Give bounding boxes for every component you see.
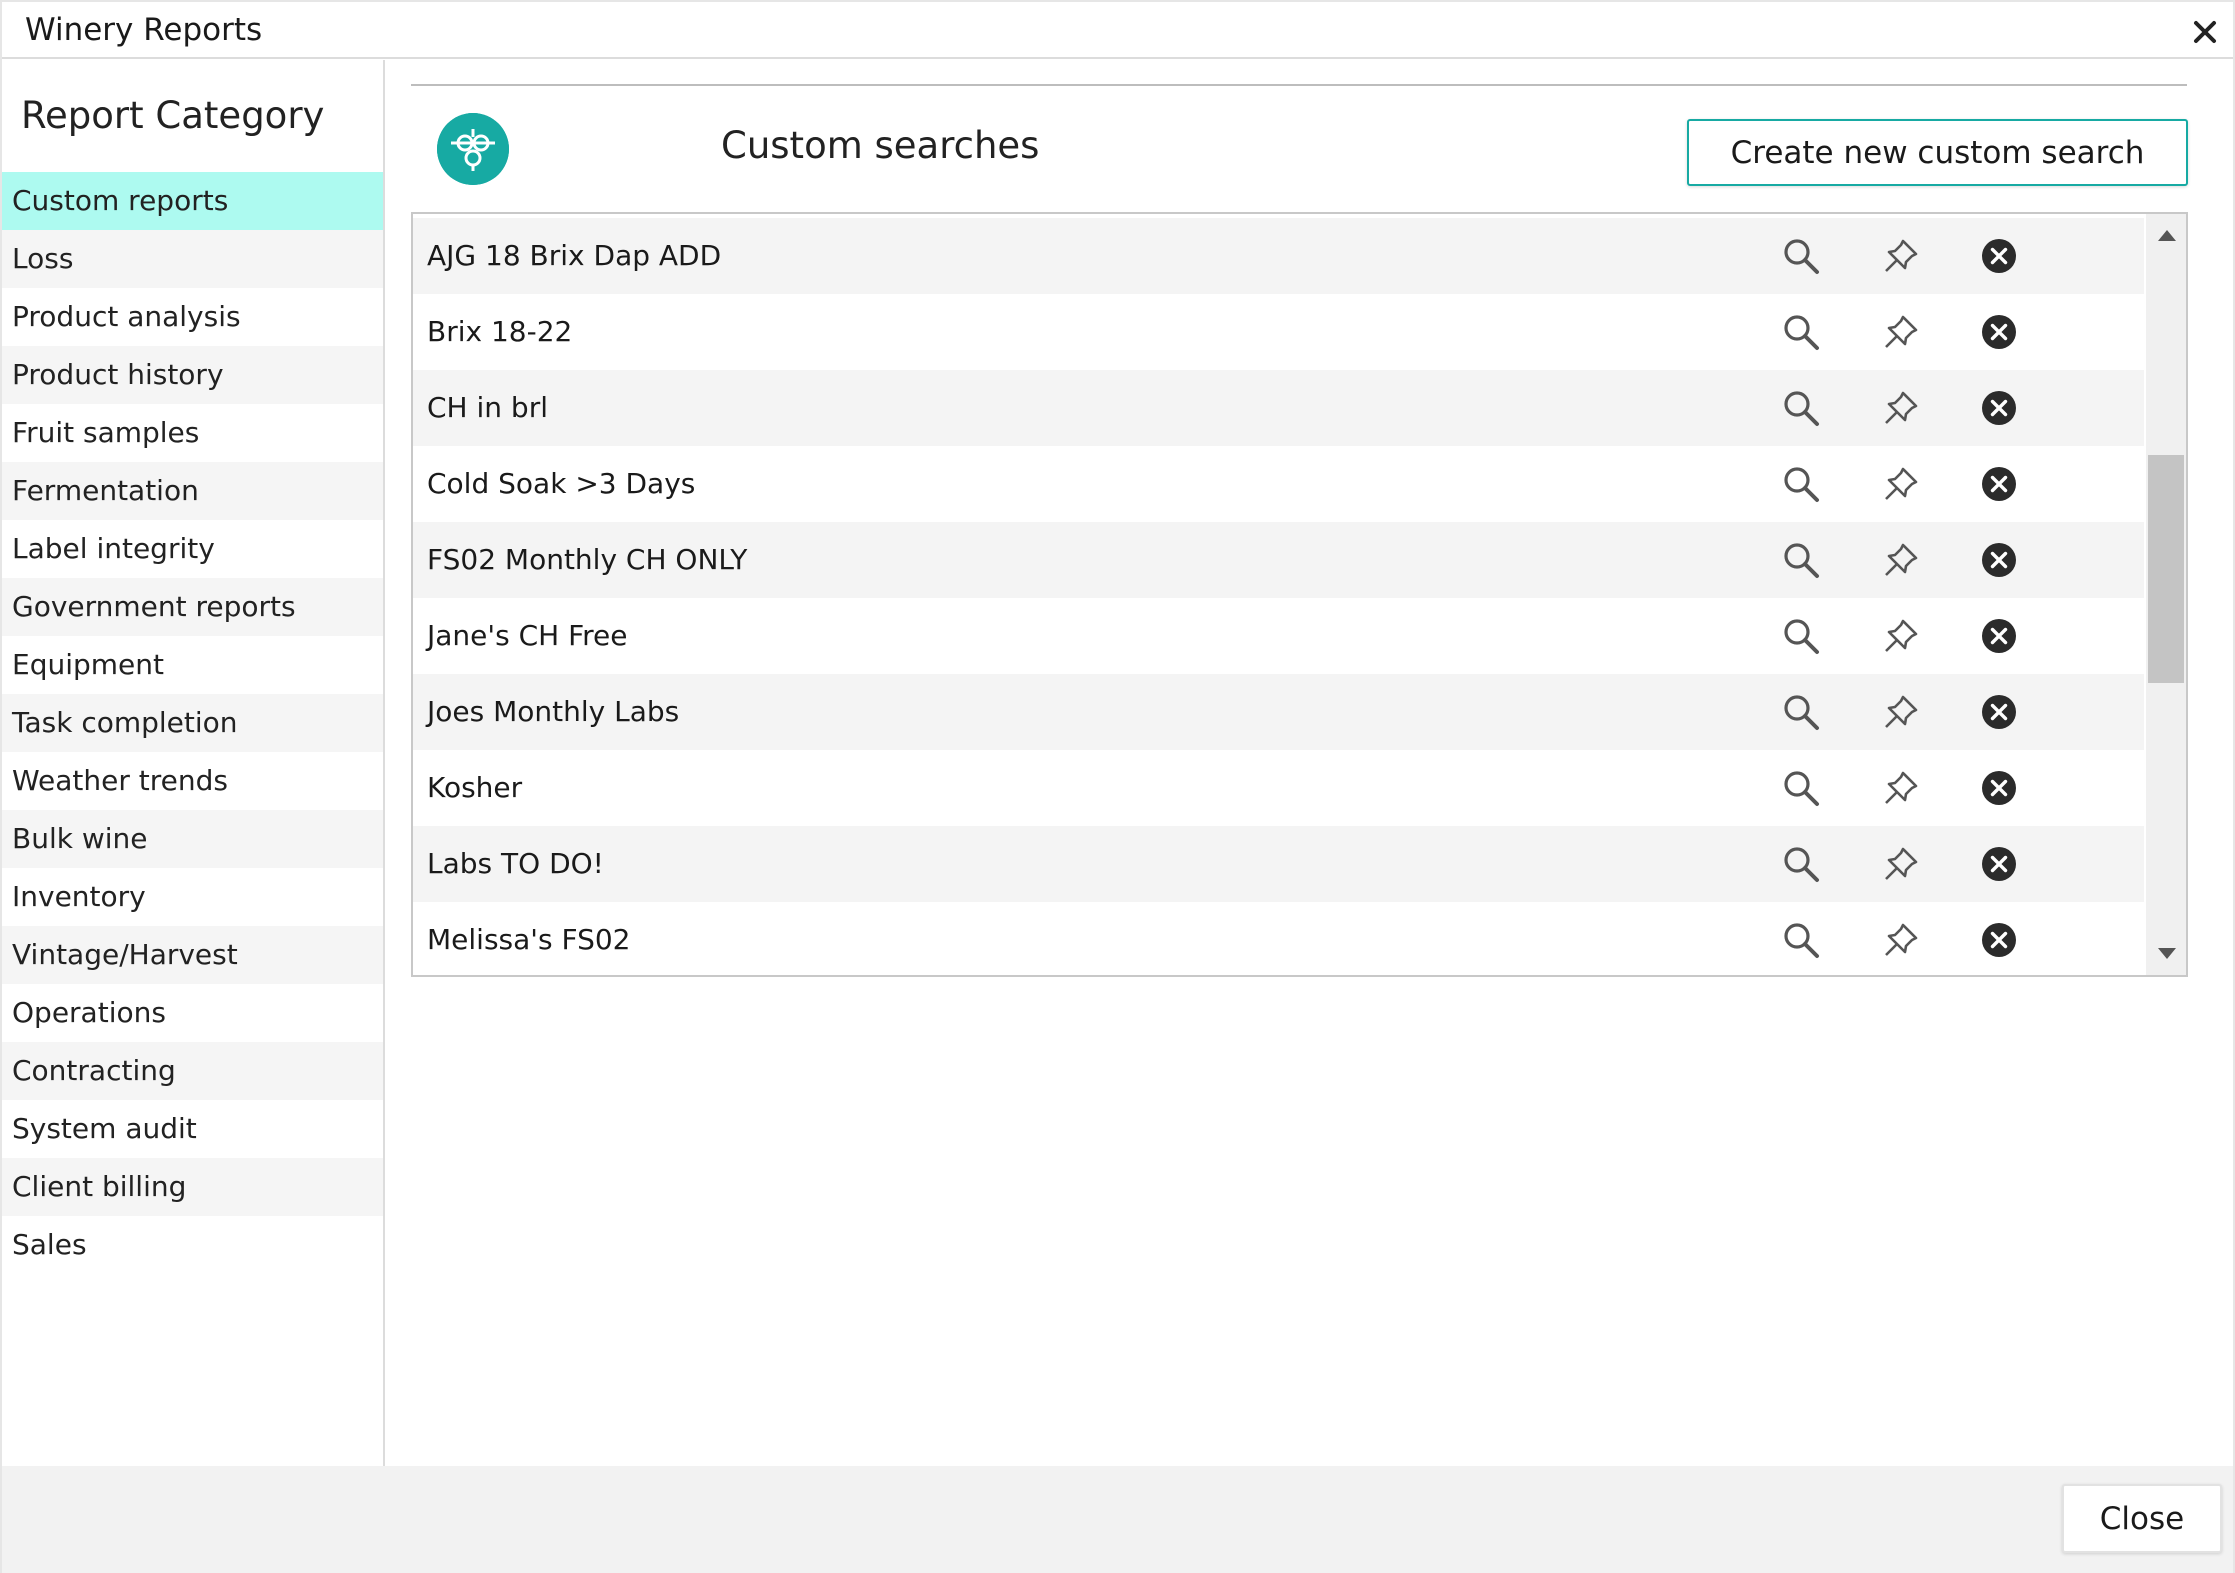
search-icon[interactable]: [1781, 236, 1821, 276]
search-icon[interactable]: [1781, 388, 1821, 428]
search-name[interactable]: Jane's CH Free: [427, 598, 628, 674]
search-name[interactable]: Joes Monthly Labs: [427, 674, 679, 750]
close-window-icon[interactable]: [2187, 14, 2223, 50]
sidebar-item-custom-reports[interactable]: Custom reports: [2, 172, 383, 230]
search-row[interactable]: FS02 Monthly CH ONLY: [413, 522, 2144, 598]
pin-icon[interactable]: [1881, 920, 1921, 960]
sidebar-item-fermentation[interactable]: Fermentation: [2, 462, 383, 520]
search-name[interactable]: Melissa's FS02: [427, 902, 630, 975]
sidebar-item-equipment[interactable]: Equipment: [2, 636, 383, 694]
scroll-up-arrow-icon[interactable]: [2158, 230, 2176, 241]
delete-icon[interactable]: [1979, 464, 2019, 504]
search-row[interactable]: Kosher: [413, 750, 2144, 826]
search-icon[interactable]: [1781, 844, 1821, 884]
delete-icon[interactable]: [1979, 236, 2019, 276]
sidebar-item-operations[interactable]: Operations: [2, 984, 383, 1042]
delete-icon[interactable]: [1979, 388, 2019, 428]
sidebar-item-loss[interactable]: Loss: [2, 230, 383, 288]
scroll-thumb[interactable]: [2148, 455, 2184, 683]
sidebar-item-sales[interactable]: Sales: [2, 1216, 383, 1274]
search-name[interactable]: CH in brl: [427, 370, 548, 446]
sidebar-item-client-billing[interactable]: Client billing: [2, 1158, 383, 1216]
delete-icon[interactable]: [1979, 616, 2019, 656]
search-icon[interactable]: [1781, 768, 1821, 808]
divider: [411, 84, 2187, 86]
search-name[interactable]: FS02 Monthly CH ONLY: [427, 522, 747, 598]
create-custom-search-button[interactable]: Create new custom search: [1687, 119, 2188, 186]
sidebar-item-vintage-harvest[interactable]: Vintage/Harvest: [2, 926, 383, 984]
pin-icon[interactable]: [1881, 768, 1921, 808]
dialog-footer: Close: [2, 1466, 2233, 1573]
vertical-scrollbar[interactable]: [2146, 214, 2186, 975]
sidebar-item-label-integrity[interactable]: Label integrity: [2, 520, 383, 578]
delete-icon[interactable]: [1979, 920, 2019, 960]
sidebar-item-bulk-wine[interactable]: Bulk wine: [2, 810, 383, 868]
search-row[interactable]: Brix 18-22: [413, 294, 2144, 370]
custom-search-list: AJG 18 Brix Dap ADD Brix 18-22 CH in brl Co…: [411, 212, 2188, 977]
search-name[interactable]: AJG 18 Brix Dap ADD: [427, 218, 721, 294]
search-name[interactable]: Labs TO DO!: [427, 826, 604, 902]
pin-icon[interactable]: [1881, 312, 1921, 352]
search-icon[interactable]: [1781, 464, 1821, 504]
main-panel: Custom searches Create new custom search…: [387, 60, 2233, 1466]
search-row[interactable]: CH in brl: [413, 370, 2144, 446]
title-bar: Winery Reports: [2, 2, 2233, 59]
sidebar-item-product-analysis[interactable]: Product analysis: [2, 288, 383, 346]
delete-icon[interactable]: [1979, 312, 2019, 352]
sidebar-item-inventory[interactable]: Inventory: [2, 868, 383, 926]
scroll-down-arrow-icon[interactable]: [2158, 948, 2176, 959]
section-title: Custom searches: [721, 124, 1040, 167]
pin-icon[interactable]: [1881, 540, 1921, 580]
pin-icon[interactable]: [1881, 616, 1921, 656]
sidebar-item-weather-trends[interactable]: Weather trends: [2, 752, 383, 810]
search-name[interactable]: Kosher: [427, 750, 522, 826]
custom-search-logo-icon: [437, 113, 509, 185]
delete-icon[interactable]: [1979, 844, 2019, 884]
pin-icon[interactable]: [1881, 692, 1921, 732]
search-row[interactable]: AJG 18 Brix Dap ADD: [413, 218, 2144, 294]
sidebar-item-task-completion[interactable]: Task completion: [2, 694, 383, 752]
pin-icon[interactable]: [1881, 464, 1921, 504]
pin-icon[interactable]: [1881, 844, 1921, 884]
close-button[interactable]: Close: [2062, 1484, 2222, 1553]
report-category-sidebar: Report Category Custom reports Loss Produc…: [2, 60, 385, 1466]
search-row[interactable]: Joes Monthly Labs: [413, 674, 2144, 750]
custom-search-rows: AJG 18 Brix Dap ADD Brix 18-22 CH in brl Co…: [413, 218, 2144, 975]
pin-icon[interactable]: [1881, 236, 1921, 276]
delete-icon[interactable]: [1979, 540, 2019, 580]
sidebar-item-product-history[interactable]: Product history: [2, 346, 383, 404]
category-list: Custom reports Loss Product analysis Produc…: [2, 172, 383, 1274]
sidebar-item-government-reports[interactable]: Government reports: [2, 578, 383, 636]
search-icon[interactable]: [1781, 312, 1821, 352]
search-icon[interactable]: [1781, 616, 1821, 656]
winery-reports-window: Winery Reports Report Category Custom re…: [0, 0, 2235, 1573]
search-row[interactable]: Cold Soak >3 Days: [413, 446, 2144, 522]
search-icon[interactable]: [1781, 920, 1821, 960]
search-row[interactable]: Melissa's FS02: [413, 902, 2144, 975]
search-row[interactable]: Jane's CH Free: [413, 598, 2144, 674]
sidebar-heading: Report Category: [21, 94, 325, 137]
window-title: Winery Reports: [25, 12, 263, 48]
search-icon[interactable]: [1781, 692, 1821, 732]
search-name[interactable]: Brix 18-22: [427, 294, 572, 370]
delete-icon[interactable]: [1979, 768, 2019, 808]
delete-icon[interactable]: [1979, 692, 2019, 732]
sidebar-item-fruit-samples[interactable]: Fruit samples: [2, 404, 383, 462]
search-icon[interactable]: [1781, 540, 1821, 580]
sidebar-item-system-audit[interactable]: System audit: [2, 1100, 383, 1158]
pin-icon[interactable]: [1881, 388, 1921, 428]
search-row[interactable]: Labs TO DO!: [413, 826, 2144, 902]
search-name[interactable]: Cold Soak >3 Days: [427, 446, 695, 522]
sidebar-item-contracting[interactable]: Contracting: [2, 1042, 383, 1100]
